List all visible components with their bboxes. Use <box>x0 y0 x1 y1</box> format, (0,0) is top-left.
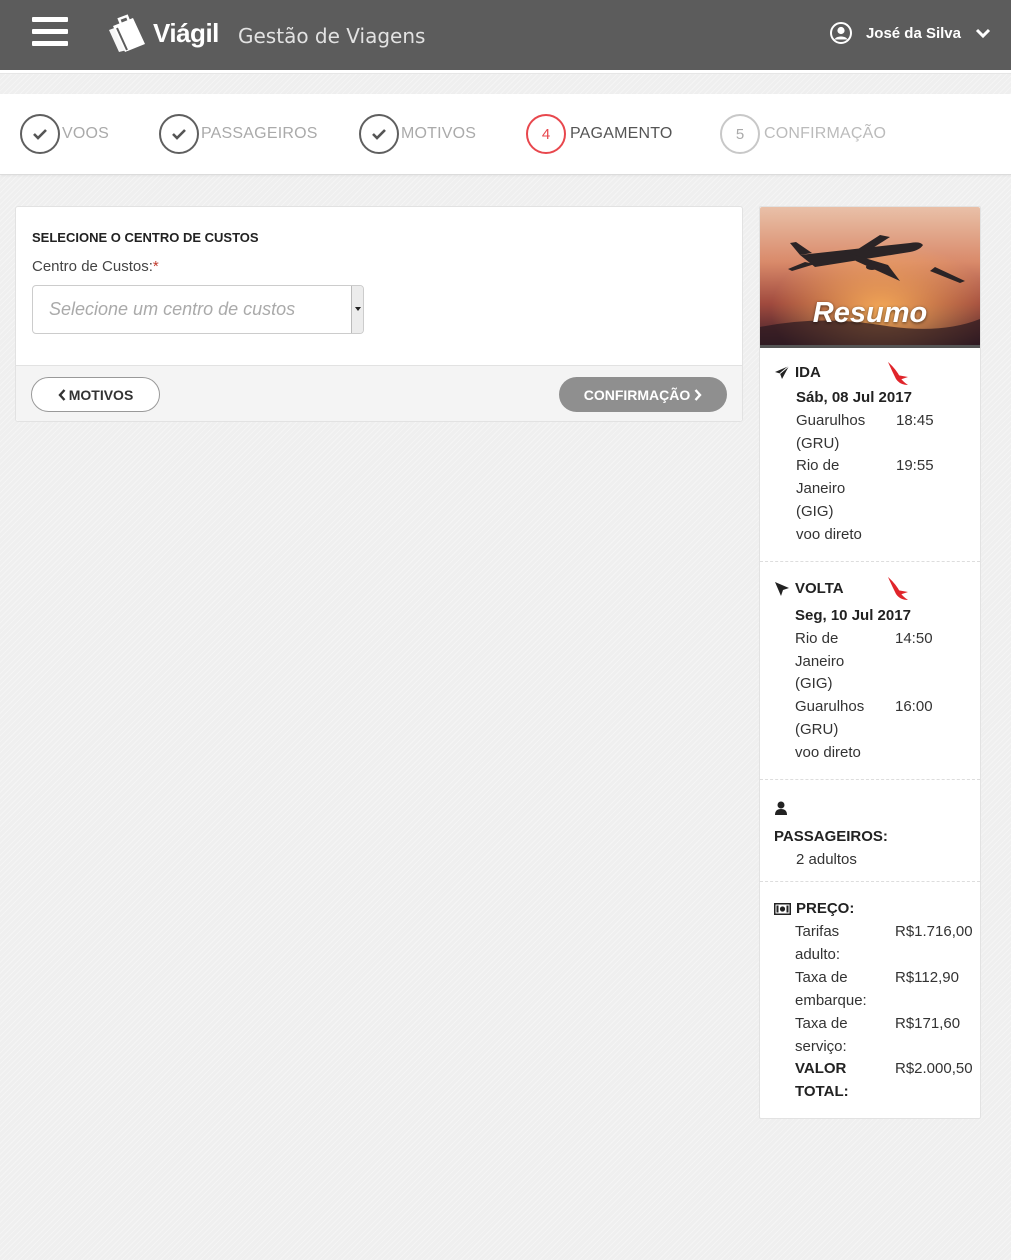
total-label-line1: VALOR <box>795 1060 847 1077</box>
price-section: PREÇO: Tarifas adulto: R$1.716,00 Taxa d… <box>760 882 980 1118</box>
select-placeholder: Selecione um centro de custos <box>49 299 296 319</box>
hamburger-menu-icon[interactable] <box>32 17 68 49</box>
brand-logo[interactable]: Viágil <box>107 14 219 52</box>
airline-logo-icon <box>888 577 908 600</box>
outbound-dest-line3: (GIG) <box>796 503 834 520</box>
check-icon <box>159 114 199 154</box>
outbound-label: IDA <box>795 364 821 381</box>
money-icon <box>774 902 791 915</box>
boarding-tax-value: R$112,90 <box>895 969 959 986</box>
outbound-origin-line1: Guarulhos <box>796 412 866 429</box>
price-heading: PREÇO: <box>774 900 854 917</box>
suitcase-logo-icon <box>109 14 145 52</box>
boarding-tax-label-line2: embarque: <box>795 992 867 1009</box>
outbound-heading: IDA <box>774 364 821 381</box>
step-label: PASSAGEIROS <box>201 125 318 142</box>
step-label: PAGAMENTO <box>570 125 673 142</box>
back-button-label: MOTIVOS <box>68 386 134 403</box>
step-number: 4 <box>526 114 566 154</box>
back-button[interactable]: MOTIVOS <box>31 377 160 412</box>
return-note: voo direto <box>795 744 861 761</box>
next-button[interactable]: CONFIRMAÇÃO <box>559 377 727 412</box>
fare-value: R$1.716,00 <box>895 923 973 940</box>
section-title: SELECIONE O CENTRO DE CUSTOS <box>32 230 259 245</box>
field-label-text: Centro de Custos: <box>32 258 153 275</box>
step-passageiros[interactable]: PASSAGEIROS <box>159 114 318 154</box>
outbound-note: voo direto <box>796 526 862 543</box>
cost-center-select[interactable]: Selecione um centro de custos <box>32 285 364 334</box>
step-number: 5 <box>720 114 760 154</box>
summary-panel: Resumo IDA Sáb, 08 Jul 2017 Guarulhos (G… <box>759 206 981 1119</box>
chevron-right-icon <box>694 388 702 401</box>
return-heading: VOLTA <box>774 580 844 597</box>
return-dest-line1: Guarulhos <box>795 698 865 715</box>
return-departure-time: 14:50 <box>895 630 933 647</box>
return-arrival-time: 16:00 <box>895 698 933 715</box>
user-name: José da Silva <box>865 24 961 42</box>
outbound-origin-line2: (GRU) <box>796 435 840 452</box>
summary-title: Resumo <box>812 297 928 329</box>
summary-hero: Resumo <box>760 207 980 348</box>
step-label: MOTIVOS <box>401 125 477 142</box>
passengers-section: PASSAGEIROS: 2 adultos <box>760 780 980 882</box>
passengers-value: 2 adultos <box>796 851 857 868</box>
airline-logo-icon <box>888 362 908 385</box>
step-voos[interactable]: VOOS <box>20 114 109 154</box>
outbound-dest-line2: Janeiro <box>796 480 846 497</box>
user-icon <box>775 801 787 815</box>
step-confirmacao[interactable]: 5 CONFIRMAÇÃO <box>720 114 886 154</box>
progress-steps: VOOS PASSAGEIROS MOTIVOS 4 PAGAMENTO 5 C… <box>0 94 1011 175</box>
return-origin-line1: Rio de <box>795 630 839 647</box>
next-button-label: CONFIRMAÇÃO <box>583 386 691 403</box>
outbound-dest-line1: Rio de <box>796 457 840 474</box>
brand-name: Viágil <box>153 17 219 48</box>
step-pagamento[interactable]: 4 PAGAMENTO <box>526 114 673 154</box>
service-tax-value: R$171,60 <box>895 1015 961 1032</box>
required-mark: * <box>152 258 159 275</box>
step-motivos[interactable]: MOTIVOS <box>359 114 476 154</box>
outbound-departure-time: 18:45 <box>896 412 934 429</box>
passengers-heading: PASSAGEIROS: <box>774 828 888 845</box>
return-dest-line2: (GRU) <box>795 721 839 738</box>
total-label-line2: TOTAL: <box>795 1083 849 1100</box>
cursor-arrow-icon <box>775 581 789 596</box>
price-label: PREÇO: <box>796 900 855 917</box>
check-icon <box>359 114 399 154</box>
service-tax-label-line1: Taxa de <box>795 1015 848 1032</box>
fare-label-line2: adulto: <box>795 946 841 963</box>
return-origin-line3: (GIG) <box>795 675 833 692</box>
outbound-date: Sáb, 08 Jul 2017 <box>796 389 912 406</box>
return-origin-line2: Janeiro <box>795 653 845 670</box>
app-title: Gestão de Viagens <box>238 24 426 48</box>
card-footer: MOTIVOS CONFIRMAÇÃO <box>16 365 742 421</box>
step-label: VOOS <box>62 125 110 142</box>
outbound-flight-section: IDA Sáb, 08 Jul 2017 Guarulhos (GRU) 18:… <box>760 351 980 562</box>
total-value: R$2.000,50 <box>895 1060 973 1077</box>
cost-center-label: Centro de Custos:* <box>32 258 159 275</box>
return-date: Seg, 10 Jul 2017 <box>795 607 911 624</box>
user-avatar-icon <box>829 22 852 44</box>
dropdown-arrow-icon <box>351 286 363 333</box>
top-bar: Viágil Gestão de Viagens José da Silva <box>0 0 1011 70</box>
cost-center-card: SELECIONE O CENTRO DE CUSTOS Centro de C… <box>15 206 743 422</box>
outbound-arrival-time: 19:55 <box>896 457 934 474</box>
boarding-tax-label-line1: Taxa de <box>795 969 848 986</box>
chevron-left-icon <box>58 388 66 401</box>
step-label: CONFIRMAÇÃO <box>764 125 887 142</box>
paper-plane-icon <box>775 365 790 379</box>
return-flight-section: VOLTA Seg, 10 Jul 2017 Rio de Janeiro (G… <box>760 562 980 780</box>
fare-label-line1: Tarifas <box>795 923 840 940</box>
check-icon <box>20 114 60 154</box>
user-menu[interactable]: José da Silva <box>829 22 991 44</box>
chevron-down-icon <box>975 28 991 39</box>
service-tax-label-line2: serviço: <box>795 1038 847 1055</box>
header-divider <box>0 70 1011 74</box>
return-label: VOLTA <box>795 580 844 597</box>
